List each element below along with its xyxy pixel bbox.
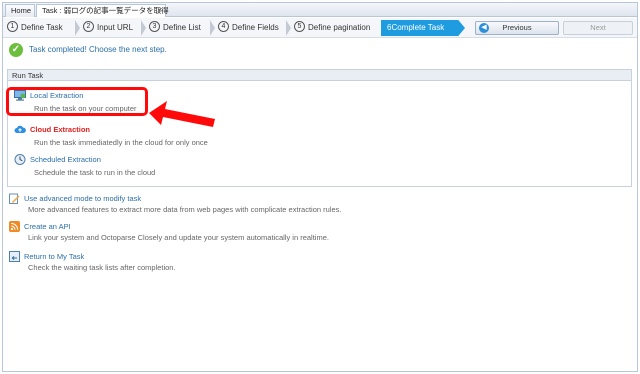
step-define-pagination[interactable]: 5 Define pagination <box>294 20 370 36</box>
step-number: 1 <box>7 21 18 33</box>
step-separator <box>141 20 146 36</box>
check-icon: ✓ <box>9 43 23 57</box>
link-description: Link your system and Octoparse Closely a… <box>28 233 329 242</box>
link-title[interactable]: Use advanced mode to modify task <box>24 194 141 203</box>
arrow-left-icon <box>149 101 215 127</box>
option-title[interactable]: Scheduled Extraction <box>30 155 101 164</box>
link-description: More advanced features to extract more d… <box>28 205 342 214</box>
return-icon <box>9 251 20 262</box>
link-title[interactable]: Return to My Task <box>24 252 84 261</box>
previous-button[interactable]: ◀ Previous <box>475 21 559 35</box>
close-icon[interactable]: × <box>157 5 162 17</box>
step-number: 4 <box>218 21 229 33</box>
tab-task[interactable]: Task : 弱ログの記事一覧データを取得 × <box>36 4 169 17</box>
app-window: Home Task : 弱ログの記事一覧データを取得 × 1 Define Tas… <box>2 2 638 372</box>
option-description: Run the task immediatedly in the cloud f… <box>34 138 208 147</box>
step-define-task[interactable]: 1 Define Task <box>7 20 63 36</box>
step-label: Input URL <box>97 23 134 32</box>
option-title[interactable]: Cloud Extraction <box>30 125 90 134</box>
step-label: Define List <box>163 23 201 32</box>
tab-home[interactable]: Home <box>5 4 35 17</box>
link-title[interactable]: Create an API <box>24 222 71 231</box>
link-description: Check the waiting task lists after compl… <box>28 263 176 272</box>
arrow-left-icon: ◀ <box>479 23 489 33</box>
rss-icon <box>9 221 20 232</box>
previous-label: Previous <box>502 23 532 32</box>
panel-header: Run Task <box>8 70 631 81</box>
option-description: Schedule the task to run in the cloud <box>34 168 156 177</box>
clock-icon <box>14 154 26 165</box>
tab-task-label: Task : 弱ログの記事一覧データを取得 <box>42 6 169 15</box>
step-number: 2 <box>83 21 94 33</box>
step-number: 5 <box>294 21 305 33</box>
highlight-box <box>6 87 148 116</box>
step-separator <box>75 20 80 36</box>
tab-strip: Home Task : 弱ログの記事一覧データを取得 × <box>3 3 637 17</box>
step-separator <box>210 20 215 36</box>
wizard-steps: 1 Define Task 2 Input URL 3 Define List 4 De… <box>3 18 637 38</box>
step-define-list[interactable]: 3 Define List <box>149 20 201 36</box>
step-input-url[interactable]: 2 Input URL <box>83 20 133 36</box>
next-label: Next <box>590 23 606 32</box>
cloud-icon <box>14 125 26 133</box>
step-define-fields[interactable]: 4 Define Fields <box>218 20 279 36</box>
step-number: 3 <box>149 21 160 33</box>
next-button[interactable]: Next <box>563 21 633 35</box>
step-separator <box>286 20 291 36</box>
edit-icon <box>9 193 20 204</box>
step-label: Define Task <box>21 23 63 32</box>
step-label: Complete Task <box>391 23 445 32</box>
completion-message: Task completed! Choose the next step. <box>29 45 167 54</box>
step-complete-task[interactable]: 6Complete Task <box>381 20 465 36</box>
step-label: Define Fields <box>232 23 279 32</box>
step-label: Define pagination <box>308 23 371 32</box>
